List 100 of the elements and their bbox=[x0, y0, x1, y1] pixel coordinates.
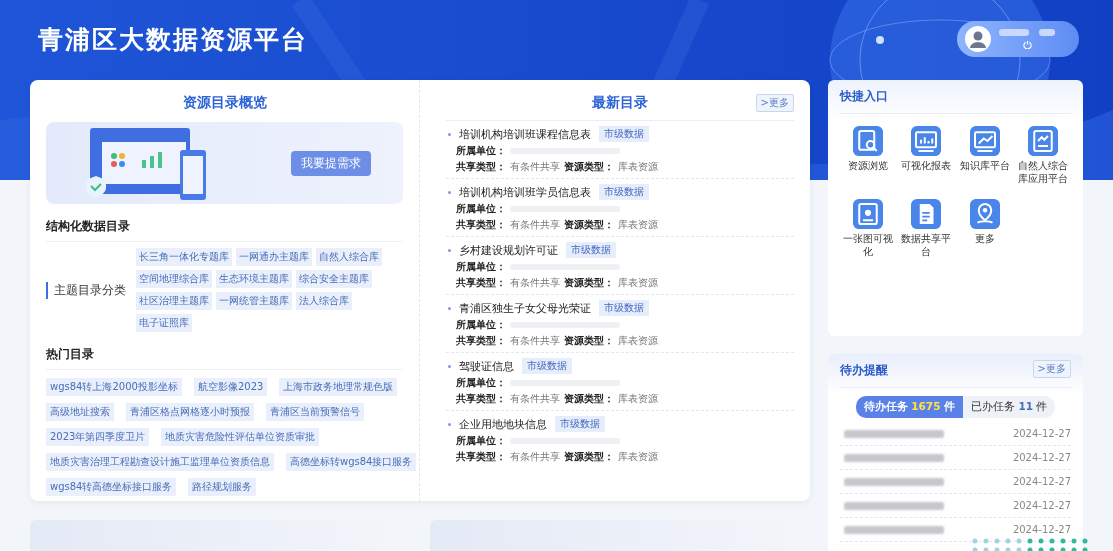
catalog-name[interactable]: 驾驶证信息 bbox=[459, 358, 514, 374]
pin-icon bbox=[969, 199, 1000, 229]
blurred-name bbox=[1039, 29, 1055, 36]
field-label: 共享类型： bbox=[456, 450, 506, 464]
catalog-tag[interactable]: wgs84转高德坐标接口服务 bbox=[46, 478, 177, 496]
shortcut-item[interactable]: 自然人综合库应用平台 bbox=[1014, 126, 1071, 185]
task-date: 2024-12-27 bbox=[1012, 428, 1071, 439]
blurred-name bbox=[999, 29, 1029, 36]
chart-icon bbox=[1027, 126, 1058, 156]
field-value: 有条件共享 bbox=[510, 450, 560, 464]
field-label: 所属单位： bbox=[456, 144, 506, 158]
topic-tag[interactable]: 自然人综合库 bbox=[316, 248, 382, 266]
catalog-tag[interactable]: 地质灾害治理工程勘查设计施工监理单位资质信息 bbox=[46, 453, 274, 471]
task-tab[interactable]: 已办任务 11 件 bbox=[963, 396, 1056, 418]
field-value: 有条件共享 bbox=[510, 392, 560, 406]
field-value: 库表资源 bbox=[618, 218, 658, 232]
browse-icon bbox=[853, 126, 884, 156]
catalog-name[interactable]: 培训机构培训班学员信息表 bbox=[459, 184, 591, 200]
more-button[interactable]: >更多 bbox=[1032, 360, 1071, 378]
field-label: 所属单位： bbox=[456, 318, 506, 332]
topic-tag[interactable]: 社区治理主题库 bbox=[136, 292, 212, 310]
section-title: 最新目录 bbox=[592, 94, 648, 112]
field-label: 所属单位： bbox=[456, 434, 506, 448]
task-date: 2024-12-27 bbox=[1012, 500, 1071, 511]
task-date: 2024-12-27 bbox=[1012, 476, 1071, 487]
field-label: 资源类型： bbox=[564, 334, 614, 348]
catalog-tag[interactable]: 地质灾害危险性评估单位资质审批 bbox=[161, 428, 320, 446]
section-heading: 结构化数据目录 bbox=[46, 218, 403, 242]
bullet-icon bbox=[448, 132, 451, 136]
shortcut-item[interactable]: 知识库平台 bbox=[956, 126, 1013, 185]
field-value: 库表资源 bbox=[618, 160, 658, 174]
field-label: 共享类型： bbox=[456, 160, 506, 174]
topic-tag[interactable]: 法人综合库 bbox=[296, 292, 352, 310]
field-label: 资源类型： bbox=[564, 218, 614, 232]
field-label: 所属单位： bbox=[456, 376, 506, 390]
bullet-icon bbox=[448, 248, 451, 252]
report-icon bbox=[911, 126, 942, 156]
field-label: 资源类型： bbox=[564, 450, 614, 464]
topic-tag[interactable]: 综合安全主题库 bbox=[296, 270, 372, 288]
catalog-tag[interactable]: 高德坐标转wgs84接口服务 bbox=[286, 453, 417, 471]
catalog-tag[interactable]: 航空影像2023 bbox=[193, 378, 268, 396]
field-label: 资源类型： bbox=[564, 276, 614, 290]
catalog-tag[interactable]: 2023年第四季度卫片 bbox=[46, 428, 150, 446]
field-value: 有条件共享 bbox=[510, 334, 560, 348]
shortcut-item[interactable]: 数据共享平台 bbox=[898, 199, 955, 258]
catalog-tag[interactable]: 上海市政务地理常规色版 bbox=[279, 378, 398, 396]
task-tab[interactable]: 待办任务 1675 件 bbox=[855, 396, 964, 418]
catalog-tag[interactable]: 青浦区当前预警信号 bbox=[266, 403, 364, 421]
catalog-name[interactable]: 企业用地地块信息 bbox=[459, 416, 547, 432]
power-icon[interactable] bbox=[1022, 40, 1032, 49]
category-label: 主题目录分类 bbox=[46, 281, 126, 299]
field-value: 有条件共享 bbox=[510, 160, 560, 174]
field-label: 共享类型： bbox=[456, 392, 506, 406]
section-heading: 热门目录 bbox=[46, 346, 403, 370]
catalog-name[interactable]: 培训机构培训班课程信息表 bbox=[459, 126, 591, 142]
user-badge[interactable] bbox=[957, 21, 1079, 57]
field-value: 库表资源 bbox=[618, 392, 658, 406]
trend-icon bbox=[969, 126, 1000, 156]
field-label: 资源类型： bbox=[564, 392, 614, 406]
field-value: 库表资源 bbox=[618, 450, 658, 464]
field-value: 库表资源 bbox=[618, 334, 658, 348]
catalog-name[interactable]: 乡村建设规划许可证 bbox=[459, 242, 558, 258]
topic-tag[interactable]: 电子证照库 bbox=[136, 314, 192, 332]
field-value: 库表资源 bbox=[618, 276, 658, 290]
topic-tag[interactable]: 生态环境主题库 bbox=[216, 270, 292, 288]
panel-title: 待办提醒 bbox=[840, 363, 888, 377]
task-date: 2024-12-27 bbox=[1012, 452, 1071, 463]
task-date: 2024-12-27 bbox=[1012, 524, 1071, 535]
bullet-icon bbox=[448, 364, 451, 368]
catalog-tag[interactable]: 路径规划服务 bbox=[188, 478, 257, 496]
topic-tag[interactable]: 空间地理综合库 bbox=[136, 270, 212, 288]
catalog-tag[interactable]: 高级地址搜索 bbox=[46, 403, 114, 421]
level-tag: 市级数据 bbox=[555, 416, 605, 432]
field-label: 共享类型： bbox=[456, 334, 506, 348]
level-tag: 市级数据 bbox=[599, 184, 649, 200]
shortcut-item[interactable]: 资源浏览 bbox=[840, 126, 897, 185]
topic-tag[interactable]: 长三角一体化专题库 bbox=[136, 248, 232, 266]
level-tag: 市级数据 bbox=[522, 358, 572, 374]
catalog-tag[interactable]: wgs84转上海2000投影坐标 bbox=[46, 378, 182, 396]
level-tag: 市级数据 bbox=[566, 242, 616, 258]
more-button[interactable]: >更多 bbox=[755, 94, 794, 112]
catalog-tag[interactable]: 青浦区格点网格逐小时预报 bbox=[126, 403, 254, 421]
request-button[interactable]: 我要提需求 bbox=[291, 150, 371, 176]
shortcut-item[interactable]: 可视化报表 bbox=[898, 126, 955, 185]
panel-title: 快捷入口 bbox=[840, 88, 1071, 114]
shortcut-item[interactable]: 更多 bbox=[956, 199, 1013, 258]
level-tag: 市级数据 bbox=[599, 300, 649, 316]
doc-icon bbox=[911, 199, 942, 229]
topic-tag[interactable]: 一网统管主题库 bbox=[216, 292, 292, 310]
bullet-icon bbox=[448, 190, 451, 194]
shortcut-item[interactable]: 一张图可视化 bbox=[840, 199, 897, 258]
level-tag: 市级数据 bbox=[599, 126, 649, 142]
field-label: 共享类型： bbox=[456, 218, 506, 232]
field-label: 所属单位： bbox=[456, 202, 506, 216]
field-value: 有条件共享 bbox=[510, 218, 560, 232]
site-title: 青浦区大数据资源平台 bbox=[38, 23, 308, 56]
field-label: 共享类型： bbox=[456, 276, 506, 290]
topic-tag[interactable]: 一网通办主题库 bbox=[236, 248, 312, 266]
catalog-name[interactable]: 青浦区独生子女父母光荣证 bbox=[459, 300, 591, 316]
section-title: 资源目录概览 bbox=[181, 94, 268, 112]
